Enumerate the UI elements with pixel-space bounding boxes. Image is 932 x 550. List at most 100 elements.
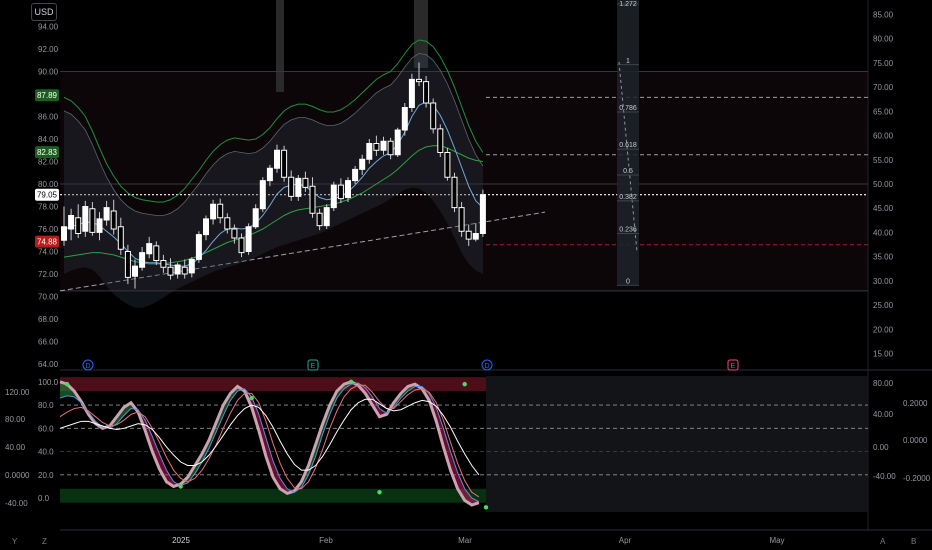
candle-body (188, 258, 195, 274)
left-axis-tick: 72.00 (38, 270, 59, 279)
candle-body (309, 185, 316, 214)
fib-level-label: 0.786 (619, 105, 637, 112)
left-axis-tick: 80.00 (38, 180, 59, 189)
candle-body (281, 149, 288, 178)
candle-body (330, 184, 337, 209)
fib-level-label: 1 (626, 58, 630, 65)
osc-left-axis-tick: 80.00 (5, 415, 26, 424)
osc-signal-dot (249, 395, 254, 401)
candle-body (139, 252, 146, 268)
candle-body (82, 206, 89, 232)
left-axis-tick: 94.00 (38, 23, 59, 32)
right-axis-tick: 30.00 (873, 277, 894, 286)
candle-body (238, 237, 245, 254)
price-label-text: 79.05 (37, 191, 58, 200)
fib-level-label: 0 (626, 278, 630, 285)
candle-body (266, 167, 273, 182)
candle-body (75, 217, 82, 234)
candle-body (117, 226, 124, 250)
left-axis-tick: 90.00 (38, 68, 59, 77)
right-axis-tick: 60.00 (873, 132, 894, 141)
corner-label-z[interactable]: Z (42, 537, 47, 546)
candle-body (288, 176, 295, 197)
candle-body (274, 149, 280, 169)
fib-level-label: 0.382 (619, 194, 637, 201)
candle-body (132, 265, 138, 277)
candle-body (323, 207, 330, 227)
candle-body (472, 233, 479, 240)
candle-body (380, 140, 387, 151)
right-axis-tick: 55.00 (873, 156, 894, 165)
osc-left-axis-tick: -40.00 (5, 499, 28, 508)
event-marker-label: D (85, 363, 90, 370)
fib-level-label: 1.272 (619, 1, 637, 8)
time-axis-tick: Mar (458, 536, 472, 545)
candle-body (160, 260, 167, 268)
candle-body (224, 217, 231, 230)
candle-body (231, 228, 238, 239)
candle-body (124, 251, 131, 278)
osc-far-right-axis-tick: 0.2000 (903, 399, 928, 408)
candle-body (316, 212, 323, 227)
osc-signal-dot (348, 379, 354, 385)
right-axis-tick: 35.00 (873, 253, 894, 262)
time-axis-tick: May (769, 536, 784, 545)
osc-left-axis-tick: 0.0000 (5, 471, 30, 480)
osc-inner-axis-tick: 100.0 (38, 378, 59, 387)
osc-right-axis-tick: 80.00 (873, 379, 894, 388)
chart-canvas: 1.272 1 0.786 0.618 0.5 0.382 0.236 0 D E D E 64.00 6… (0, 0, 932, 550)
left-axis-tick: 82.00 (38, 158, 59, 167)
corner-label-a[interactable]: A (880, 537, 885, 546)
osc-inner-axis-tick: 20.0 (38, 471, 54, 480)
right-axis-tick: 50.00 (873, 180, 894, 189)
time-axis-tick: Apr (619, 536, 632, 545)
left-axis-tick: 84.00 (38, 135, 59, 144)
candle-body (174, 264, 181, 275)
candle-body (96, 218, 103, 233)
corner-label-y[interactable]: Y (12, 537, 17, 546)
left-axis-tick: 68.00 (38, 315, 59, 324)
currency-button[interactable]: USD (31, 3, 57, 21)
fib-level-label: 0.5 (623, 168, 633, 175)
right-axis-tick: 80.00 (873, 35, 894, 44)
event-marker-label: E (731, 363, 736, 370)
candle-body (146, 243, 153, 255)
right-axis-tick: 65.00 (873, 107, 894, 116)
candle-body (408, 78, 415, 108)
candle-body (103, 207, 110, 221)
left-axis-tick: 66.00 (38, 338, 59, 347)
candle-body (245, 226, 252, 252)
candle-body (61, 226, 67, 241)
left-axis-tick: 64.00 (38, 360, 59, 369)
candle-body (252, 208, 259, 228)
fib-level-label: 0.618 (619, 142, 637, 149)
osc-left-axis-tick: 120.00 (5, 388, 30, 397)
right-axis-tick: 45.00 (873, 204, 894, 213)
corner-label-b[interactable]: B (911, 537, 916, 546)
osc-inner-axis-tick: 80.0 (38, 401, 54, 410)
candle-body (387, 140, 394, 156)
osc-inner-axis-tick: 40.0 (38, 448, 54, 457)
osc-signal-dot (64, 381, 70, 387)
osc-right-axis-tick: 0.00 (873, 443, 889, 452)
candle-body (345, 180, 351, 198)
osc-far-right-axis-tick: -0.2000 (903, 474, 931, 483)
right-axis-tick: 25.00 (873, 301, 894, 310)
candle-body (359, 158, 366, 170)
candle-body (181, 266, 188, 275)
left-axis-tick: 92.00 (38, 45, 59, 54)
right-axis-tick: 20.00 (873, 325, 894, 334)
time-axis-tick: Feb (319, 536, 333, 545)
osc-future-area (486, 376, 868, 512)
candle-body (401, 107, 408, 131)
candle-body (217, 203, 224, 219)
osc-left-axis-tick: 40.00 (5, 443, 26, 452)
fib-level-label: 0.236 (619, 227, 637, 234)
candle-body (458, 207, 465, 232)
candle-body (451, 176, 458, 209)
osc-signal-dot (377, 490, 382, 495)
candle-body (203, 218, 209, 236)
candle-body (110, 210, 117, 230)
price-label-text: 74.88 (37, 238, 58, 247)
candle-body (302, 177, 309, 188)
